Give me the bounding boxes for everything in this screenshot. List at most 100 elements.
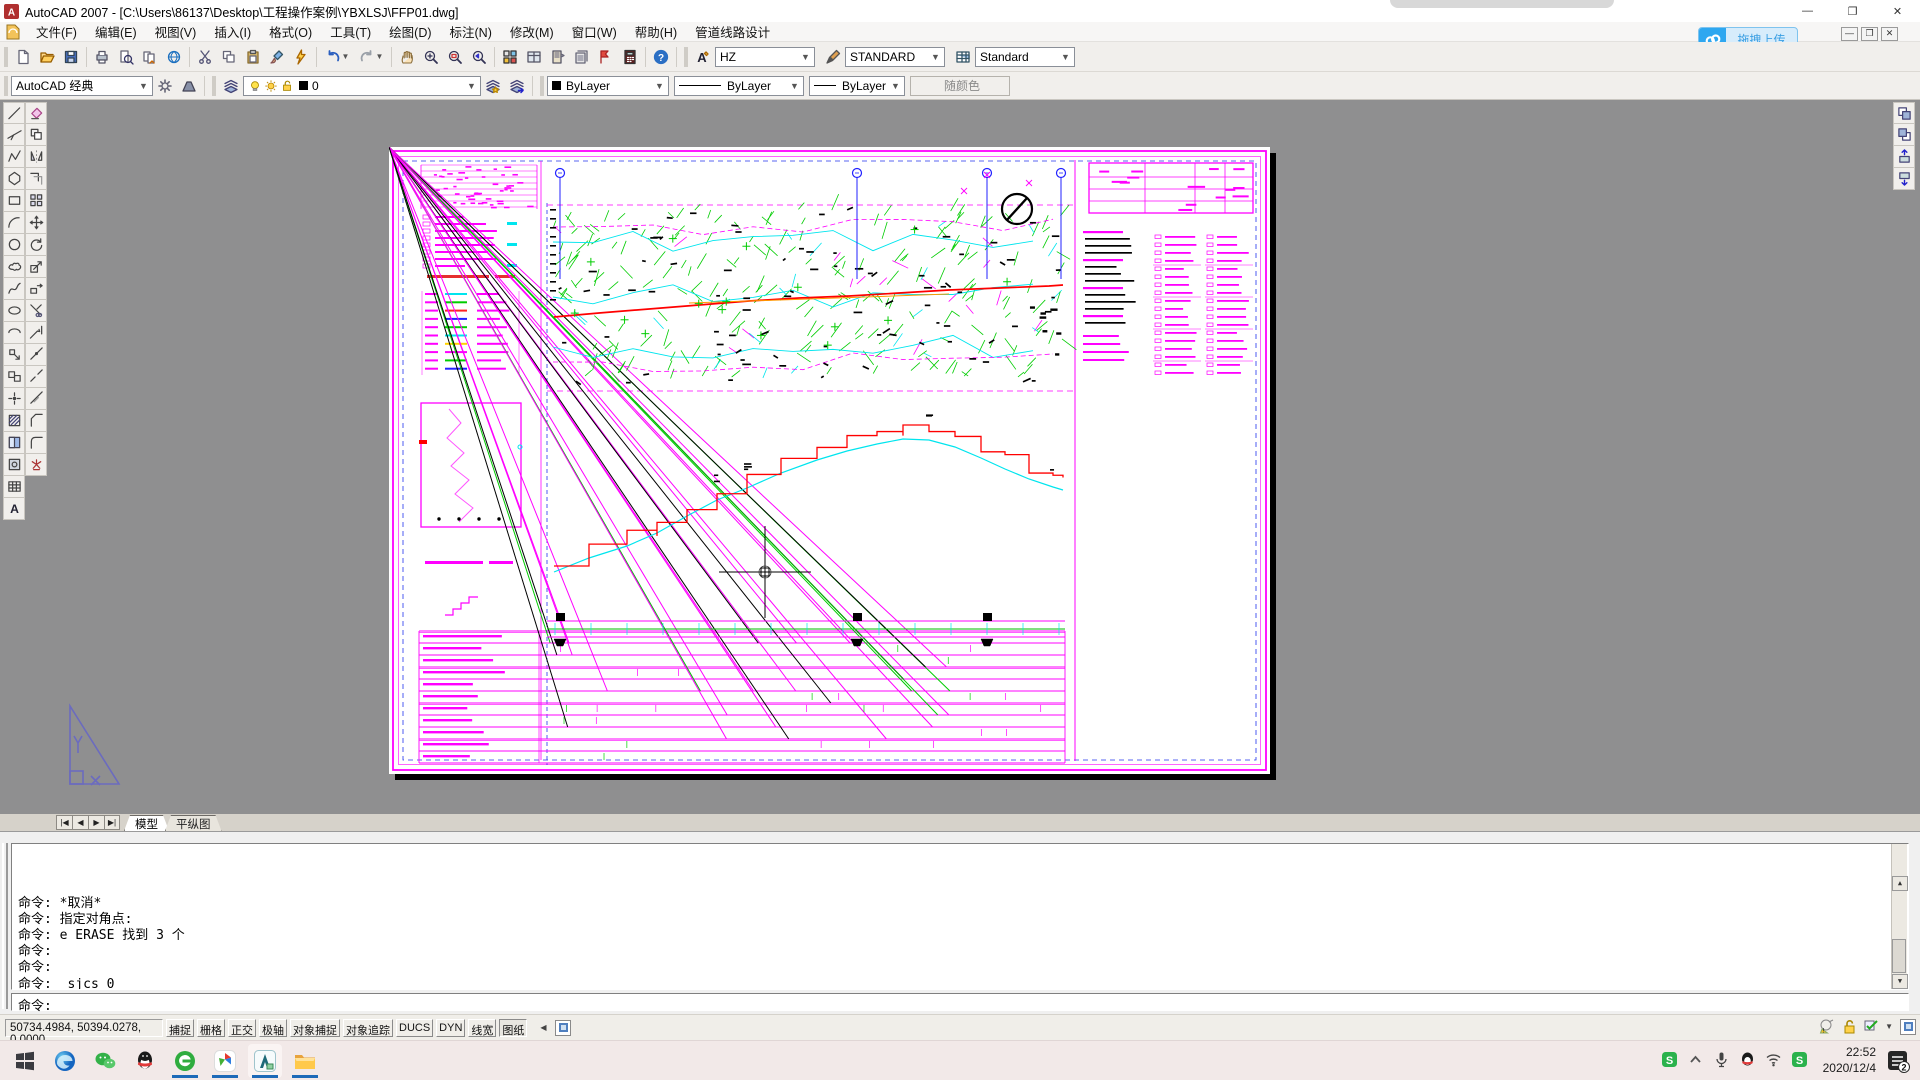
mdi-restore-button[interactable]: ❐ (1861, 27, 1878, 41)
dim-style-button[interactable] (821, 45, 845, 69)
bring-to-front-button[interactable] (1893, 102, 1915, 124)
copy-object-button[interactable] (25, 124, 47, 146)
workspace-gear-button[interactable] (153, 74, 177, 98)
ellipse-arc-button[interactable] (3, 322, 25, 344)
quick-calc-button[interactable] (618, 45, 642, 69)
menu-视图(V)[interactable]: 视图(V) (146, 24, 206, 42)
design-center-button[interactable] (522, 45, 546, 69)
point-button[interactable] (3, 388, 25, 410)
new-button[interactable] (11, 45, 35, 69)
bring-above-button[interactable] (1893, 146, 1915, 168)
dropdown-arrow-icon[interactable]: ▼ (376, 52, 384, 61)
taskbar-start-icon[interactable] (8, 1044, 42, 1078)
dropdown-arrow-icon[interactable]: ▼ (342, 52, 350, 61)
lineweight-combo[interactable]: ByLayer▼ (809, 76, 905, 96)
explode-button[interactable] (25, 454, 47, 476)
combo-arrow-icon[interactable]: ▼ (1059, 50, 1072, 64)
microphone-icon[interactable] (1713, 1051, 1730, 1068)
scroll-down-button[interactable]: ▼ (1892, 974, 1908, 989)
make-block-button[interactable] (3, 366, 25, 388)
tab-nav-first-button[interactable]: |◀ (56, 815, 72, 830)
zoom-window-button[interactable] (443, 45, 467, 69)
block-editor-button[interactable] (289, 45, 313, 69)
sogou-tray-icon[interactable]: S (1661, 1051, 1678, 1068)
taskbar-autocad-icon[interactable] (248, 1044, 282, 1078)
status-toggle-对象追踪[interactable]: 对象追踪 (343, 1019, 393, 1037)
layout-tab-平纵图[interactable]: 平纵图 (165, 815, 222, 831)
trusted-autodesk-icon[interactable] (1863, 1018, 1880, 1035)
combo-arrow-icon[interactable]: ▼ (137, 79, 150, 93)
markup-set-manager-button[interactable] (594, 45, 618, 69)
menu-帮助(H)[interactable]: 帮助(H) (626, 24, 686, 42)
taskbar-qq-icon[interactable] (128, 1044, 162, 1078)
paste-button[interactable] (241, 45, 265, 69)
line-button[interactable] (3, 102, 25, 124)
plot-preview-button[interactable] (114, 45, 138, 69)
wifi-icon[interactable] (1765, 1051, 1782, 1068)
fillet-button[interactable] (25, 432, 47, 454)
mtext-button[interactable]: A (3, 498, 25, 520)
status-toggle-DUCS[interactable]: DUCS (396, 1019, 433, 1037)
send-under-button[interactable] (1893, 168, 1915, 190)
status-menu-arrow-icon[interactable]: ▼ (1885, 1022, 1893, 1031)
toolbar-grip[interactable] (4, 76, 8, 96)
mdi-minimize-button[interactable]: — (1841, 27, 1858, 41)
gradient-button[interactable] (3, 432, 25, 454)
table-button[interactable] (3, 476, 25, 498)
menu-插入(I)[interactable]: 插入(I) (205, 24, 260, 42)
plot-style-combo[interactable]: 随颜色 (910, 76, 1010, 96)
properties-button[interactable] (498, 45, 522, 69)
zoom-previous-button[interactable] (467, 45, 491, 69)
undo-button[interactable]: ▼ (320, 45, 354, 69)
toolbar-grip[interactable] (212, 76, 216, 96)
menu-标注(N)[interactable]: 标注(N) (441, 24, 501, 42)
rectangle-button[interactable] (3, 190, 25, 212)
layout-tab-模型[interactable]: 模型 (124, 815, 169, 831)
layer-states-button[interactable] (481, 74, 505, 98)
taskbar-edge-icon[interactable] (48, 1044, 82, 1078)
array-button[interactable] (25, 190, 47, 212)
toolbar-grip[interactable] (540, 76, 544, 96)
table-style-button[interactable] (951, 45, 975, 69)
etransmit-button[interactable] (162, 45, 186, 69)
open-button[interactable] (35, 45, 59, 69)
workspace-env-button[interactable] (177, 74, 201, 98)
menu-格式(O)[interactable]: 格式(O) (260, 24, 321, 42)
linetype-combo[interactable]: ByLayer▼ (674, 76, 804, 96)
command-scrollbar[interactable]: ▲ ▼ (1891, 844, 1907, 989)
hatch-button[interactable] (3, 410, 25, 432)
toolbar-lock-icon[interactable] (1841, 1018, 1858, 1035)
command-history[interactable]: ▲ ▼ 命令: *取消*命令: 指定对角点:命令: e ERASE 找到 3 个… (11, 843, 1909, 990)
scroll-up-button[interactable]: ▲ (1892, 876, 1908, 891)
polyline-button[interactable] (3, 146, 25, 168)
sogou-tray-icon-2[interactable]: S (1791, 1051, 1808, 1068)
tab-nav-prev-button[interactable]: ◀ (72, 815, 88, 830)
layers-button[interactable] (219, 74, 243, 98)
help-button[interactable]: ? (649, 45, 673, 69)
toolbar-grip[interactable] (4, 47, 8, 67)
menu-编辑(E)[interactable]: 编辑(E) (86, 24, 146, 42)
erase-button[interactable] (25, 102, 47, 124)
combo-arrow-icon[interactable]: ▼ (889, 79, 902, 93)
spline-button[interactable] (3, 278, 25, 300)
pan-button[interactable] (395, 45, 419, 69)
taskbar-clock[interactable]: 22:52 2020/12/4 (1823, 1045, 1876, 1076)
send-to-back-button[interactable] (1893, 124, 1915, 146)
status-toggle-线宽[interactable]: 线宽 (468, 1019, 496, 1037)
tab-nav-next-button[interactable]: ▶ (88, 815, 104, 830)
table-style-combo[interactable]: Standard▼ (975, 47, 1075, 67)
arc-button[interactable] (3, 212, 25, 234)
sheet-set-manager-button[interactable] (570, 45, 594, 69)
status-toggle-图纸[interactable]: 图纸 (499, 1019, 527, 1037)
status-toggle-捕捉[interactable]: 捕捉 (166, 1019, 194, 1037)
taskbar-file-explorer-icon[interactable] (288, 1044, 322, 1078)
scale-button[interactable] (25, 256, 47, 278)
status-toggle-极轴[interactable]: 极轴 (259, 1019, 287, 1037)
status-toggle-栅格[interactable]: 栅格 (197, 1019, 225, 1037)
mirror-button[interactable] (25, 146, 47, 168)
status-toggle-对象捕捉[interactable]: 对象捕捉 (290, 1019, 340, 1037)
publish-button[interactable] (138, 45, 162, 69)
move-button[interactable] (25, 212, 47, 234)
join-button[interactable] (25, 388, 47, 410)
status-square-icon[interactable] (555, 1020, 571, 1036)
